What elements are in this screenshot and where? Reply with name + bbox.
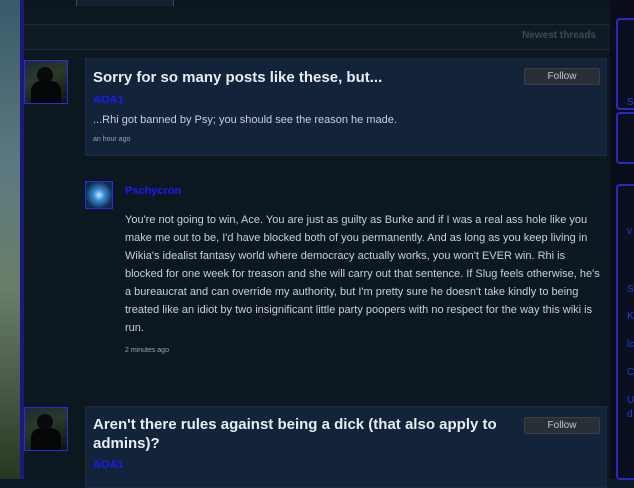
right-rail-letter: S <box>627 97 634 108</box>
right-rail-letter: d <box>627 409 633 420</box>
thread-author[interactable]: AOA1 <box>93 94 124 106</box>
thread-list: Newest threads Sorry for so many posts l… <box>24 6 610 488</box>
reply-avatar[interactable] <box>85 181 113 209</box>
reply-text: You're not going to win, Ace. You are ju… <box>125 214 600 334</box>
follow-button[interactable]: Follow <box>524 417 600 434</box>
newest-threads-label[interactable]: Newest threads <box>522 30 596 41</box>
thread-title[interactable]: Aren't there rules against being a dick … <box>93 415 513 453</box>
right-rail-letter: K <box>627 311 634 322</box>
follow-button[interactable]: Follow <box>524 68 600 85</box>
thread-excerpt: ...Rhi got banned by Psy; you should see… <box>93 114 397 126</box>
thread-author[interactable]: AOA1 <box>93 459 124 471</box>
thread-card: Aren't there rules against being a dick … <box>85 406 607 488</box>
avatar[interactable] <box>24 60 68 104</box>
right-rail-letter: lc <box>627 339 634 350</box>
right-rail-letter: v <box>627 226 632 237</box>
right-rail-letter: C <box>627 367 634 378</box>
thread-list-header: Newest threads <box>24 24 610 50</box>
right-rail-box-2 <box>616 112 634 164</box>
right-rail-letter: S <box>627 284 634 295</box>
avatar[interactable] <box>24 407 68 451</box>
thread-timestamp[interactable]: an hour ago <box>93 136 130 143</box>
reply-timestamp[interactable]: 2 minutes ago <box>125 347 169 354</box>
thread-card: Sorry for so many posts like these, but.… <box>85 58 607 156</box>
thread-title[interactable]: Sorry for so many posts like these, but.… <box>93 68 382 87</box>
right-rail-letter: U <box>627 395 634 406</box>
reply-author[interactable]: Pschycron <box>125 185 181 197</box>
background-left <box>0 0 24 479</box>
